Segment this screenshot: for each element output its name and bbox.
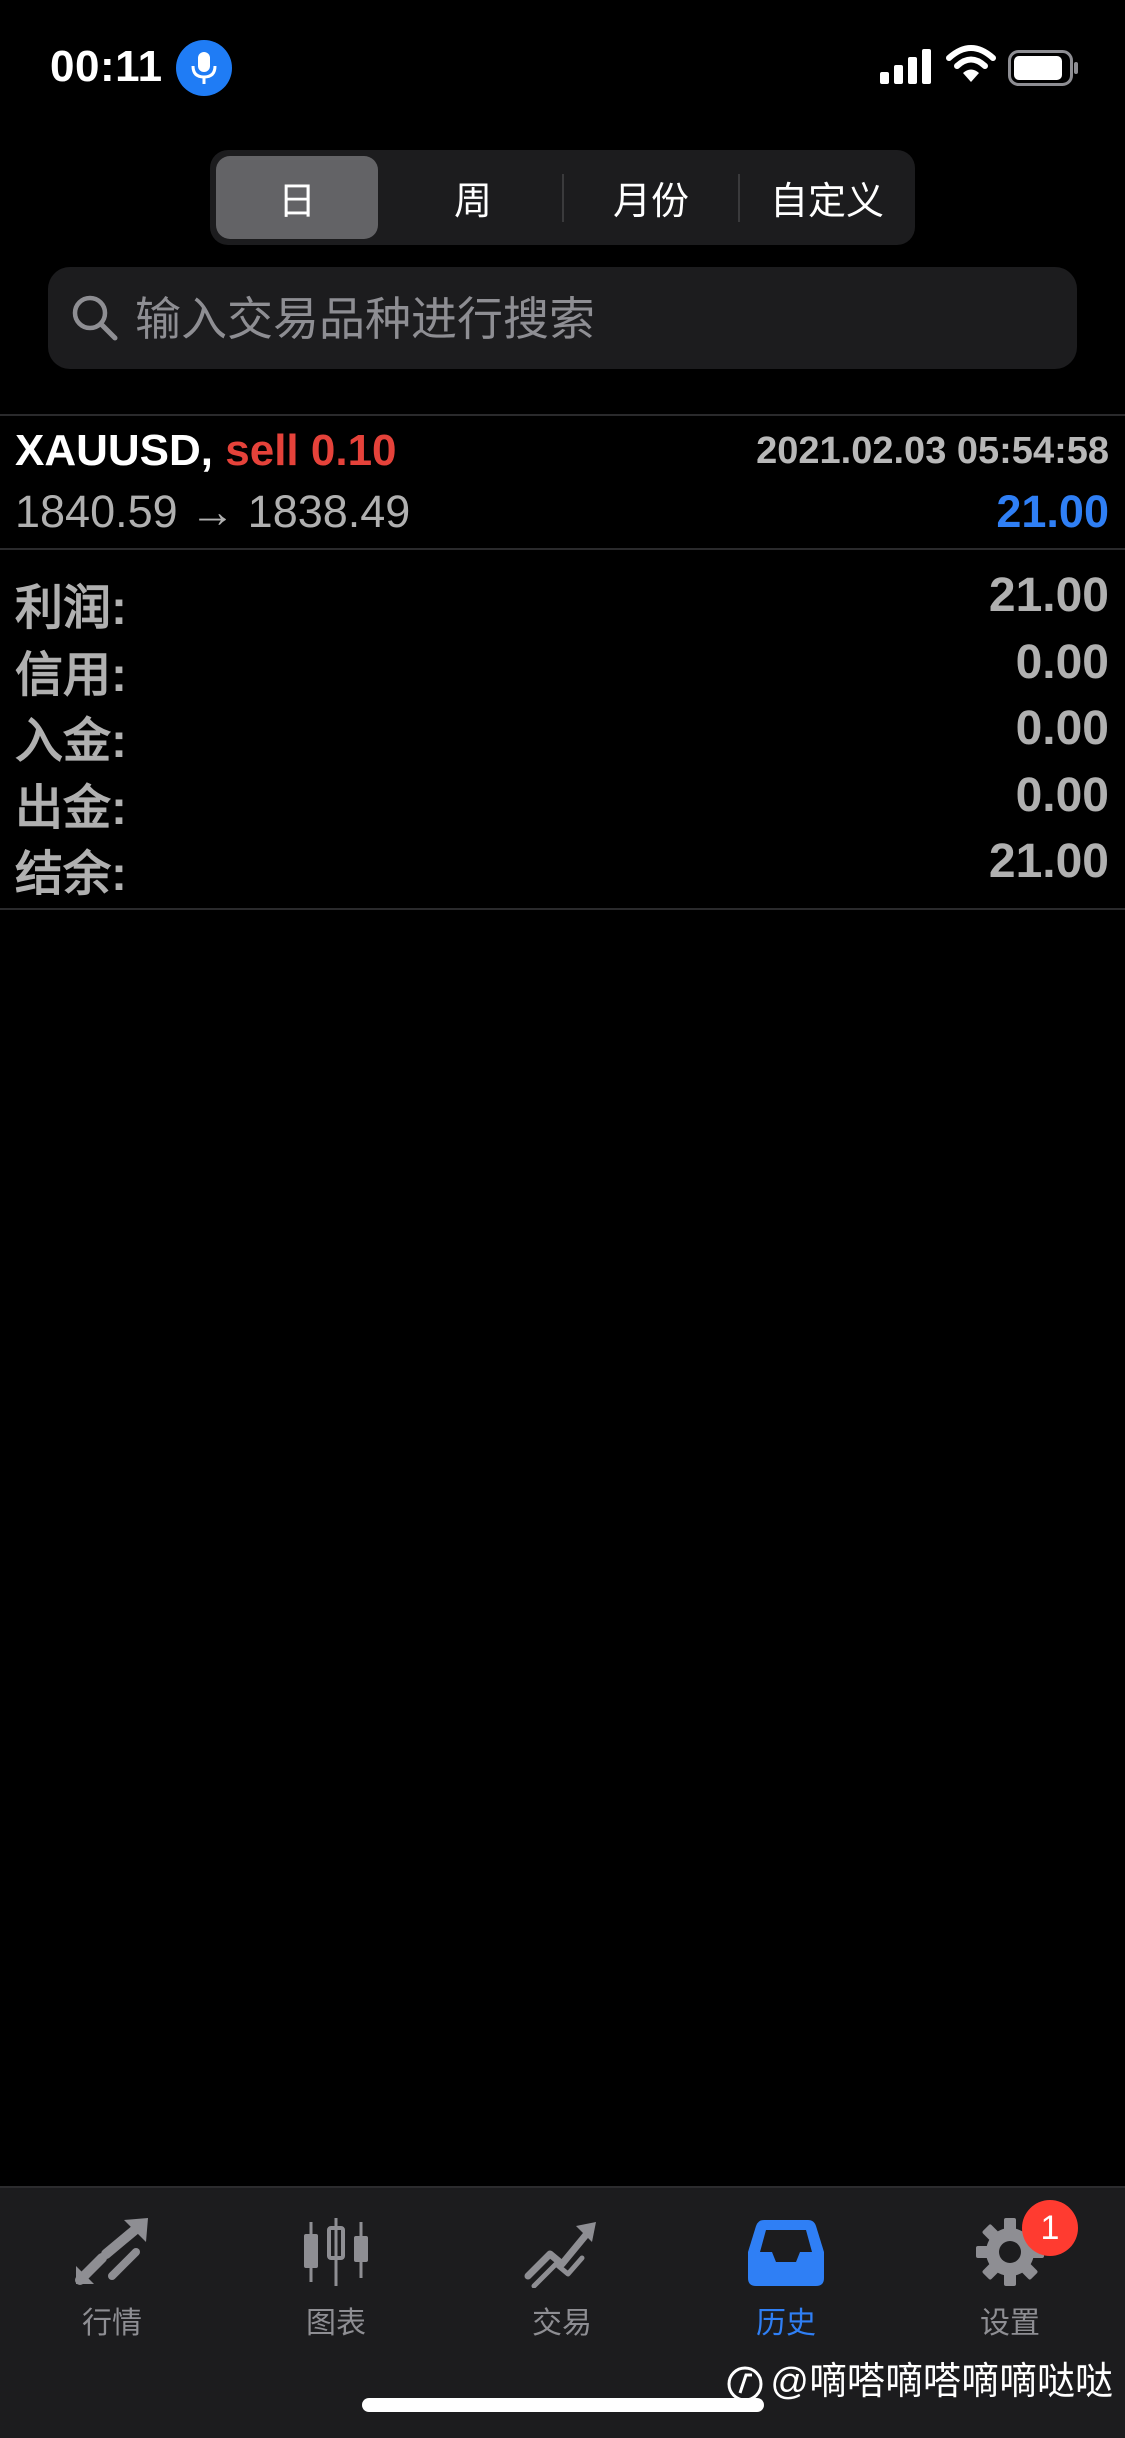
candlestick-chart-icon — [304, 2218, 368, 2286]
summary-value: 21.00 — [988, 569, 1109, 622]
status-bar: 00:11 — [0, 0, 1125, 140]
deal-title: XAUUSD, sell 0.10 — [15, 426, 397, 476]
tab-trade[interactable]: 交易 — [482, 2216, 642, 2346]
summary-value: 0.00 — [1015, 768, 1109, 822]
microphone-icon — [176, 40, 232, 96]
summary-row-balance: 结余: 21.00 — [0, 826, 1125, 901]
deal-prices: 1840.59 → 1838.49 — [15, 486, 411, 537]
summary-value: 0.00 — [1015, 702, 1109, 755]
search-bar — [48, 267, 1077, 369]
summary-row-withdrawal: 出金: 0.00 — [0, 760, 1125, 835]
deal-row[interactable]: XAUUSD, sell 0.10 2021.02.03 05:54:58 18… — [0, 418, 1125, 550]
summary-row-deposit: 入金: 0.00 — [0, 693, 1125, 768]
summary-section: 利润: 21.00 信用: 0.00 入金: 0.00 出金: 0.00 结余:… — [0, 560, 1125, 901]
period-segmented-control: 日 周 月份 自定义 — [210, 150, 915, 245]
quotes-arrows-icon — [75, 2218, 148, 2285]
deal-side: sell 0.10 — [225, 426, 397, 475]
segment-divider — [738, 174, 740, 222]
history-inbox-icon — [748, 2220, 824, 2286]
summary-value: 0.00 — [1015, 635, 1109, 689]
tab-label: 行情 — [82, 2307, 142, 2340]
summary-row-profit: 利润: 21.00 — [0, 560, 1125, 635]
segment-divider — [562, 174, 564, 222]
tab-quotes[interactable]: 行情 — [32, 2216, 192, 2346]
tab-month[interactable]: 月份 — [570, 156, 732, 239]
watermark: @嘀嗒嘀嗒嘀嘀哒哒 — [726, 2350, 1113, 2405]
tab-charts[interactable]: 图表 — [256, 2216, 416, 2346]
tab-label: 历史 — [756, 2307, 816, 2340]
deal-symbol: XAUUSD, — [15, 426, 214, 475]
summary-label: 结余: — [15, 848, 127, 901]
deal-time: 2021.02.03 05:54:58 — [756, 430, 1109, 472]
divider — [0, 414, 1125, 416]
tab-week[interactable]: 周 — [392, 156, 554, 239]
battery-icon — [1008, 50, 1078, 86]
watermark-text: @嘀嗒嘀嗒嘀嘀哒哒 — [770, 2361, 1113, 2403]
tab-day[interactable]: 日 — [216, 156, 378, 239]
summary-row-credit: 信用: 0.00 — [0, 627, 1125, 702]
cellular-signal-icon — [880, 49, 931, 84]
search-icon — [72, 295, 118, 341]
tab-label: 交易 — [532, 2307, 592, 2340]
divider — [0, 908, 1125, 910]
tab-label: 图表 — [306, 2307, 366, 2340]
summary-value: 21.00 — [988, 835, 1109, 888]
divider — [0, 548, 1125, 550]
tab-settings[interactable]: 1 设置 — [930, 2200, 1090, 2346]
tab-label: 设置 — [980, 2307, 1040, 2340]
search-input[interactable] — [133, 285, 1037, 353]
wifi-icon — [946, 45, 996, 82]
deal-profit: 21.00 — [996, 486, 1109, 537]
settings-badge: 1 — [1022, 2200, 1078, 2256]
trade-trend-icon — [524, 2222, 596, 2288]
tab-custom[interactable]: 自定义 — [746, 156, 908, 239]
status-time: 00:11 — [50, 42, 163, 91]
tab-history[interactable]: 历史 — [706, 2216, 866, 2346]
home-indicator[interactable] — [362, 2398, 764, 2412]
